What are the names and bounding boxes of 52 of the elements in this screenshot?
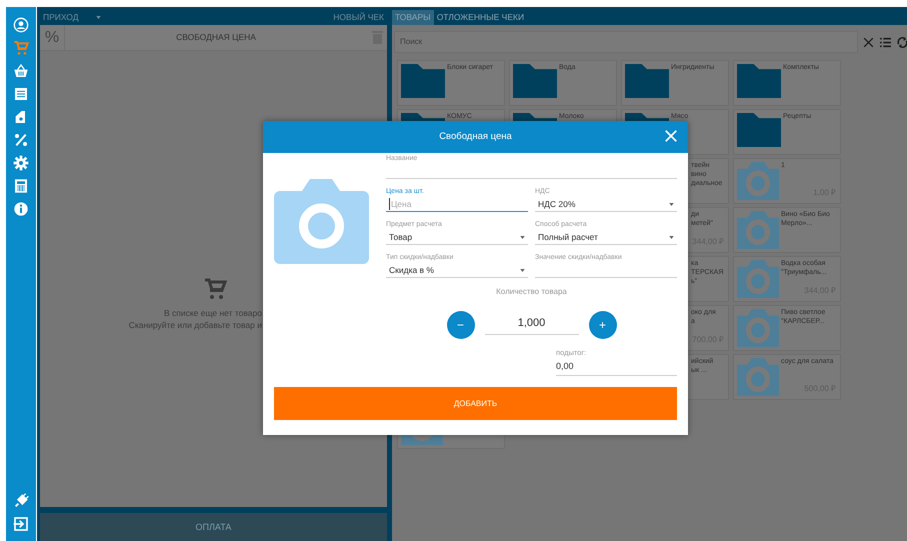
select-field[interactable]: Товар (386, 230, 528, 245)
caret-icon (669, 236, 674, 238)
camera-icon (737, 162, 779, 200)
tab[interactable]: ОТЛОЖЕННЫЕ ЧЕКИ (434, 10, 528, 25)
increase-button[interactable]: + (588, 311, 616, 339)
info-icon (13, 200, 29, 216)
cart-icon (13, 40, 29, 56)
refresh-icon[interactable] (896, 36, 907, 48)
cart-icon (203, 277, 227, 301)
operation-dropdown[interactable]: ПРИХОД (43, 11, 102, 24)
new-receipt-button[interactable]: НОВЫЙ ЧЕК (333, 11, 384, 24)
caret-icon (96, 16, 102, 19)
camera-icon (274, 179, 369, 264)
basket-icon (13, 62, 29, 78)
folder-icon (737, 64, 781, 98)
camera-icon (737, 358, 779, 396)
select-field[interactable]: НДС 20% (535, 197, 677, 212)
user-icon (13, 16, 29, 32)
free-price-title: СВОБОДНАЯ ЦЕНА (175, 31, 257, 44)
pay-button[interactable]: ОПЛАТА (40, 513, 387, 541)
empty-list-text: В списке еще нет товаро (162, 307, 262, 319)
camera-icon (737, 309, 779, 347)
logout-icon (13, 516, 29, 532)
list-view-icon[interactable] (879, 36, 892, 48)
quantity-field[interactable]: 1,000 (484, 315, 578, 335)
calculator-icon (13, 178, 29, 194)
dialog-title: Свободная цена (439, 130, 512, 144)
decrease-button[interactable]: − (446, 311, 474, 339)
settings-icon (13, 154, 29, 170)
add-button[interactable]: ДОБАВИТЬ (274, 387, 677, 420)
caret-icon (520, 236, 525, 238)
folder-icon (513, 64, 557, 98)
empty-list-text: Сканируйте или добавьте товар и (128, 319, 262, 331)
camera-icon (737, 260, 779, 298)
list-icon (13, 86, 29, 102)
input-field[interactable]: Цена (386, 197, 528, 212)
folder-icon (625, 64, 669, 98)
quantity-label: Количество товара (495, 286, 568, 298)
folder-icon (737, 113, 781, 147)
select-field[interactable]: Полный расчет (535, 230, 677, 245)
search-field[interactable]: Поиск (394, 31, 858, 53)
folder-icon (401, 64, 445, 98)
discount-button[interactable]: % (40, 24, 65, 50)
clear-icon[interactable] (862, 36, 875, 48)
tab[interactable]: ТОВАРЫ (392, 10, 434, 25)
caret-icon (520, 268, 525, 272)
close-icon[interactable] (664, 129, 678, 143)
select-field[interactable]: Скидка в % (386, 263, 528, 278)
subtotal-field[interactable]: 0,00 (556, 358, 677, 376)
camera-icon (737, 211, 779, 249)
plug-icon (13, 492, 29, 508)
percent-icon (13, 132, 29, 148)
